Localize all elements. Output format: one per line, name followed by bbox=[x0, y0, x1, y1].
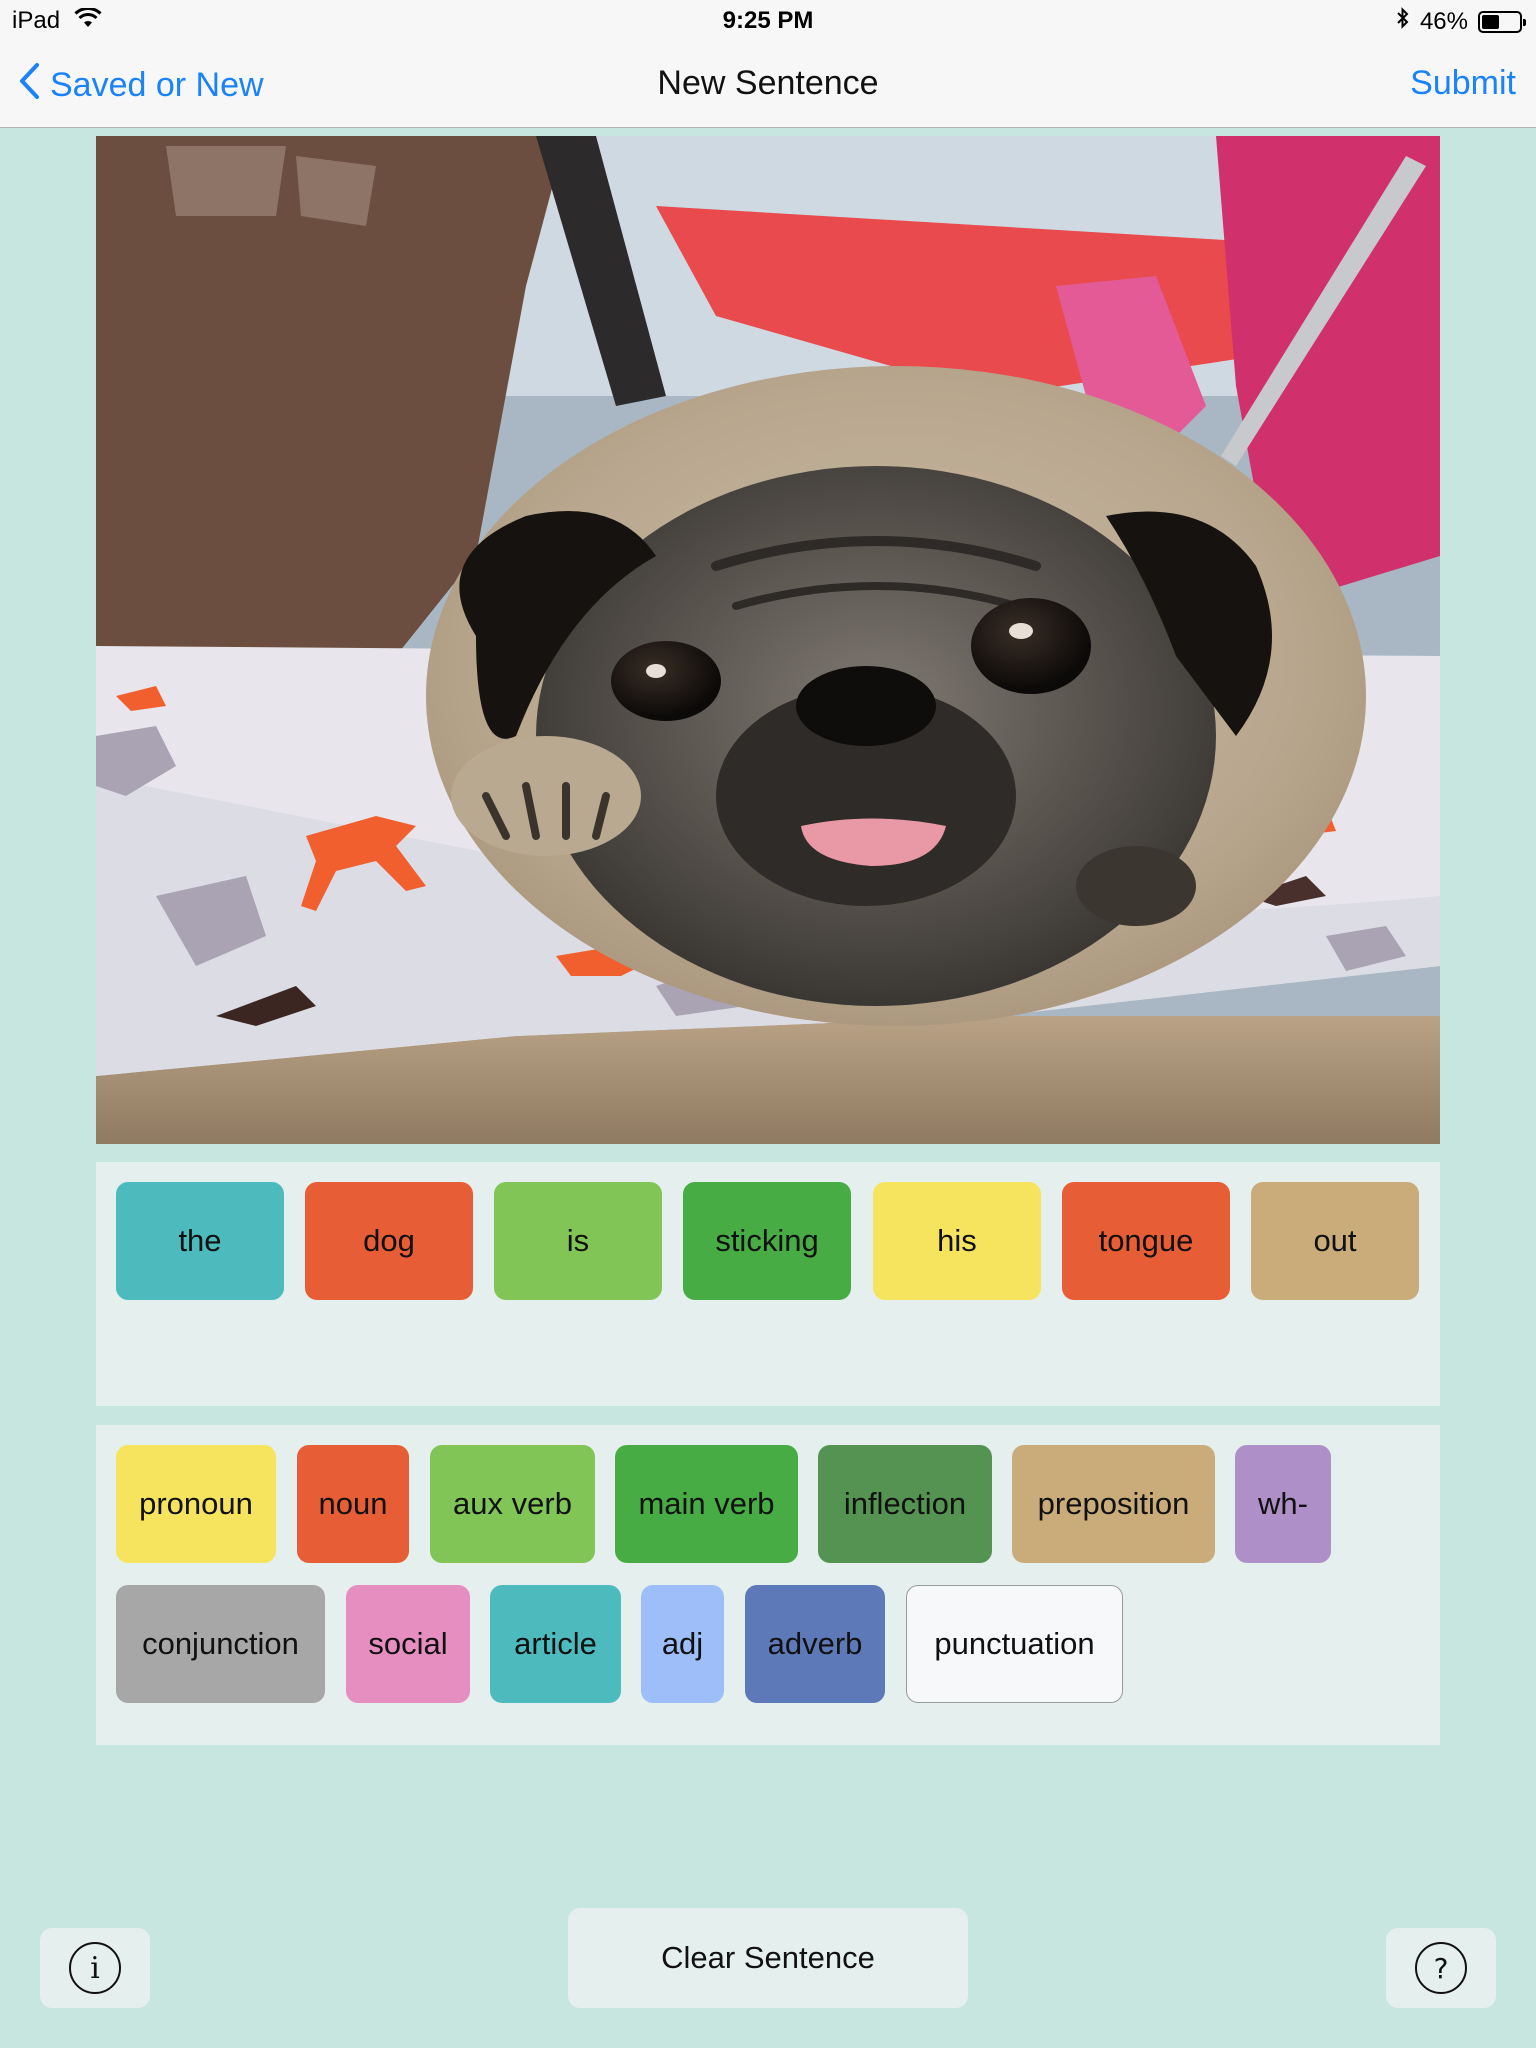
category-adverb-button[interactable]: adverb bbox=[745, 1585, 885, 1703]
status-bar: iPad 9:25 PM 46% bbox=[0, 0, 1536, 40]
page-title: New Sentence bbox=[657, 64, 879, 102]
category-preposition-button[interactable]: preposition bbox=[1012, 1445, 1215, 1563]
category-label: aux verb bbox=[453, 1486, 572, 1521]
category-noun-button[interactable]: noun bbox=[297, 1445, 409, 1563]
category-label: noun bbox=[318, 1486, 388, 1521]
category-label: adverb bbox=[767, 1626, 863, 1661]
category-aux-verb-button[interactable]: aux verb bbox=[430, 1445, 595, 1563]
info-button[interactable]: i bbox=[40, 1928, 150, 2008]
category-label: punctuation bbox=[934, 1626, 1095, 1661]
category-label: pronoun bbox=[139, 1486, 253, 1521]
pug-photo bbox=[96, 136, 1440, 1144]
word-label: his bbox=[937, 1223, 977, 1258]
status-time: 9:25 PM bbox=[722, 7, 814, 34]
category-article-button[interactable]: article bbox=[490, 1585, 621, 1703]
category-conjunction-button[interactable]: conjunction bbox=[116, 1585, 325, 1703]
word-label: sticking bbox=[715, 1223, 819, 1258]
word-label: tongue bbox=[1098, 1223, 1194, 1258]
category-label: preposition bbox=[1037, 1486, 1190, 1521]
question-mark-icon: ? bbox=[1415, 1942, 1467, 1994]
category-label: main verb bbox=[638, 1486, 775, 1521]
sentence-panel: the dog is sticking his tongue out bbox=[96, 1162, 1440, 1406]
submit-button[interactable]: Submit bbox=[1410, 64, 1516, 103]
sentence-word[interactable]: his bbox=[873, 1182, 1041, 1300]
category-wh-button[interactable]: wh- bbox=[1235, 1445, 1331, 1563]
category-social-button[interactable]: social bbox=[346, 1585, 470, 1703]
category-punctuation-button[interactable]: punctuation bbox=[906, 1585, 1123, 1703]
clear-sentence-button[interactable]: Clear Sentence bbox=[568, 1908, 968, 2008]
category-label: social bbox=[368, 1626, 448, 1661]
category-label: inflection bbox=[843, 1486, 967, 1521]
category-main-verb-button[interactable]: main verb bbox=[615, 1445, 798, 1563]
category-label: conjunction bbox=[142, 1626, 299, 1661]
word-label: is bbox=[566, 1223, 590, 1258]
help-button[interactable]: ? bbox=[1386, 1928, 1496, 2008]
sentence-word[interactable]: sticking bbox=[683, 1182, 851, 1300]
category-label: adj bbox=[661, 1626, 704, 1661]
sentence-word[interactable]: tongue bbox=[1062, 1182, 1230, 1300]
word-label: out bbox=[1313, 1223, 1357, 1258]
part-of-speech-panel: pronoun noun aux verb main verb inflecti… bbox=[96, 1425, 1440, 1745]
category-label: article bbox=[514, 1626, 597, 1661]
bluetooth-icon bbox=[1396, 7, 1410, 36]
sentence-word[interactable]: out bbox=[1251, 1182, 1419, 1300]
battery-icon bbox=[1478, 10, 1526, 33]
sentence-word[interactable]: dog bbox=[305, 1182, 473, 1300]
category-label: wh- bbox=[1258, 1486, 1308, 1521]
sentence-word[interactable]: is bbox=[494, 1182, 662, 1300]
battery-fill bbox=[1482, 14, 1499, 29]
category-pronoun-button[interactable]: pronoun bbox=[116, 1445, 276, 1563]
category-adj-button[interactable]: adj bbox=[641, 1585, 724, 1703]
info-icon: i bbox=[69, 1942, 121, 1994]
word-label: dog bbox=[363, 1223, 415, 1258]
sentence-word[interactable]: the bbox=[116, 1182, 284, 1300]
navigation-bar: Saved or New New Sentence Submit bbox=[0, 40, 1536, 128]
battery-percent: 46% bbox=[1419, 7, 1468, 35]
category-inflection-button[interactable]: inflection bbox=[818, 1445, 992, 1563]
word-label: the bbox=[178, 1223, 222, 1258]
